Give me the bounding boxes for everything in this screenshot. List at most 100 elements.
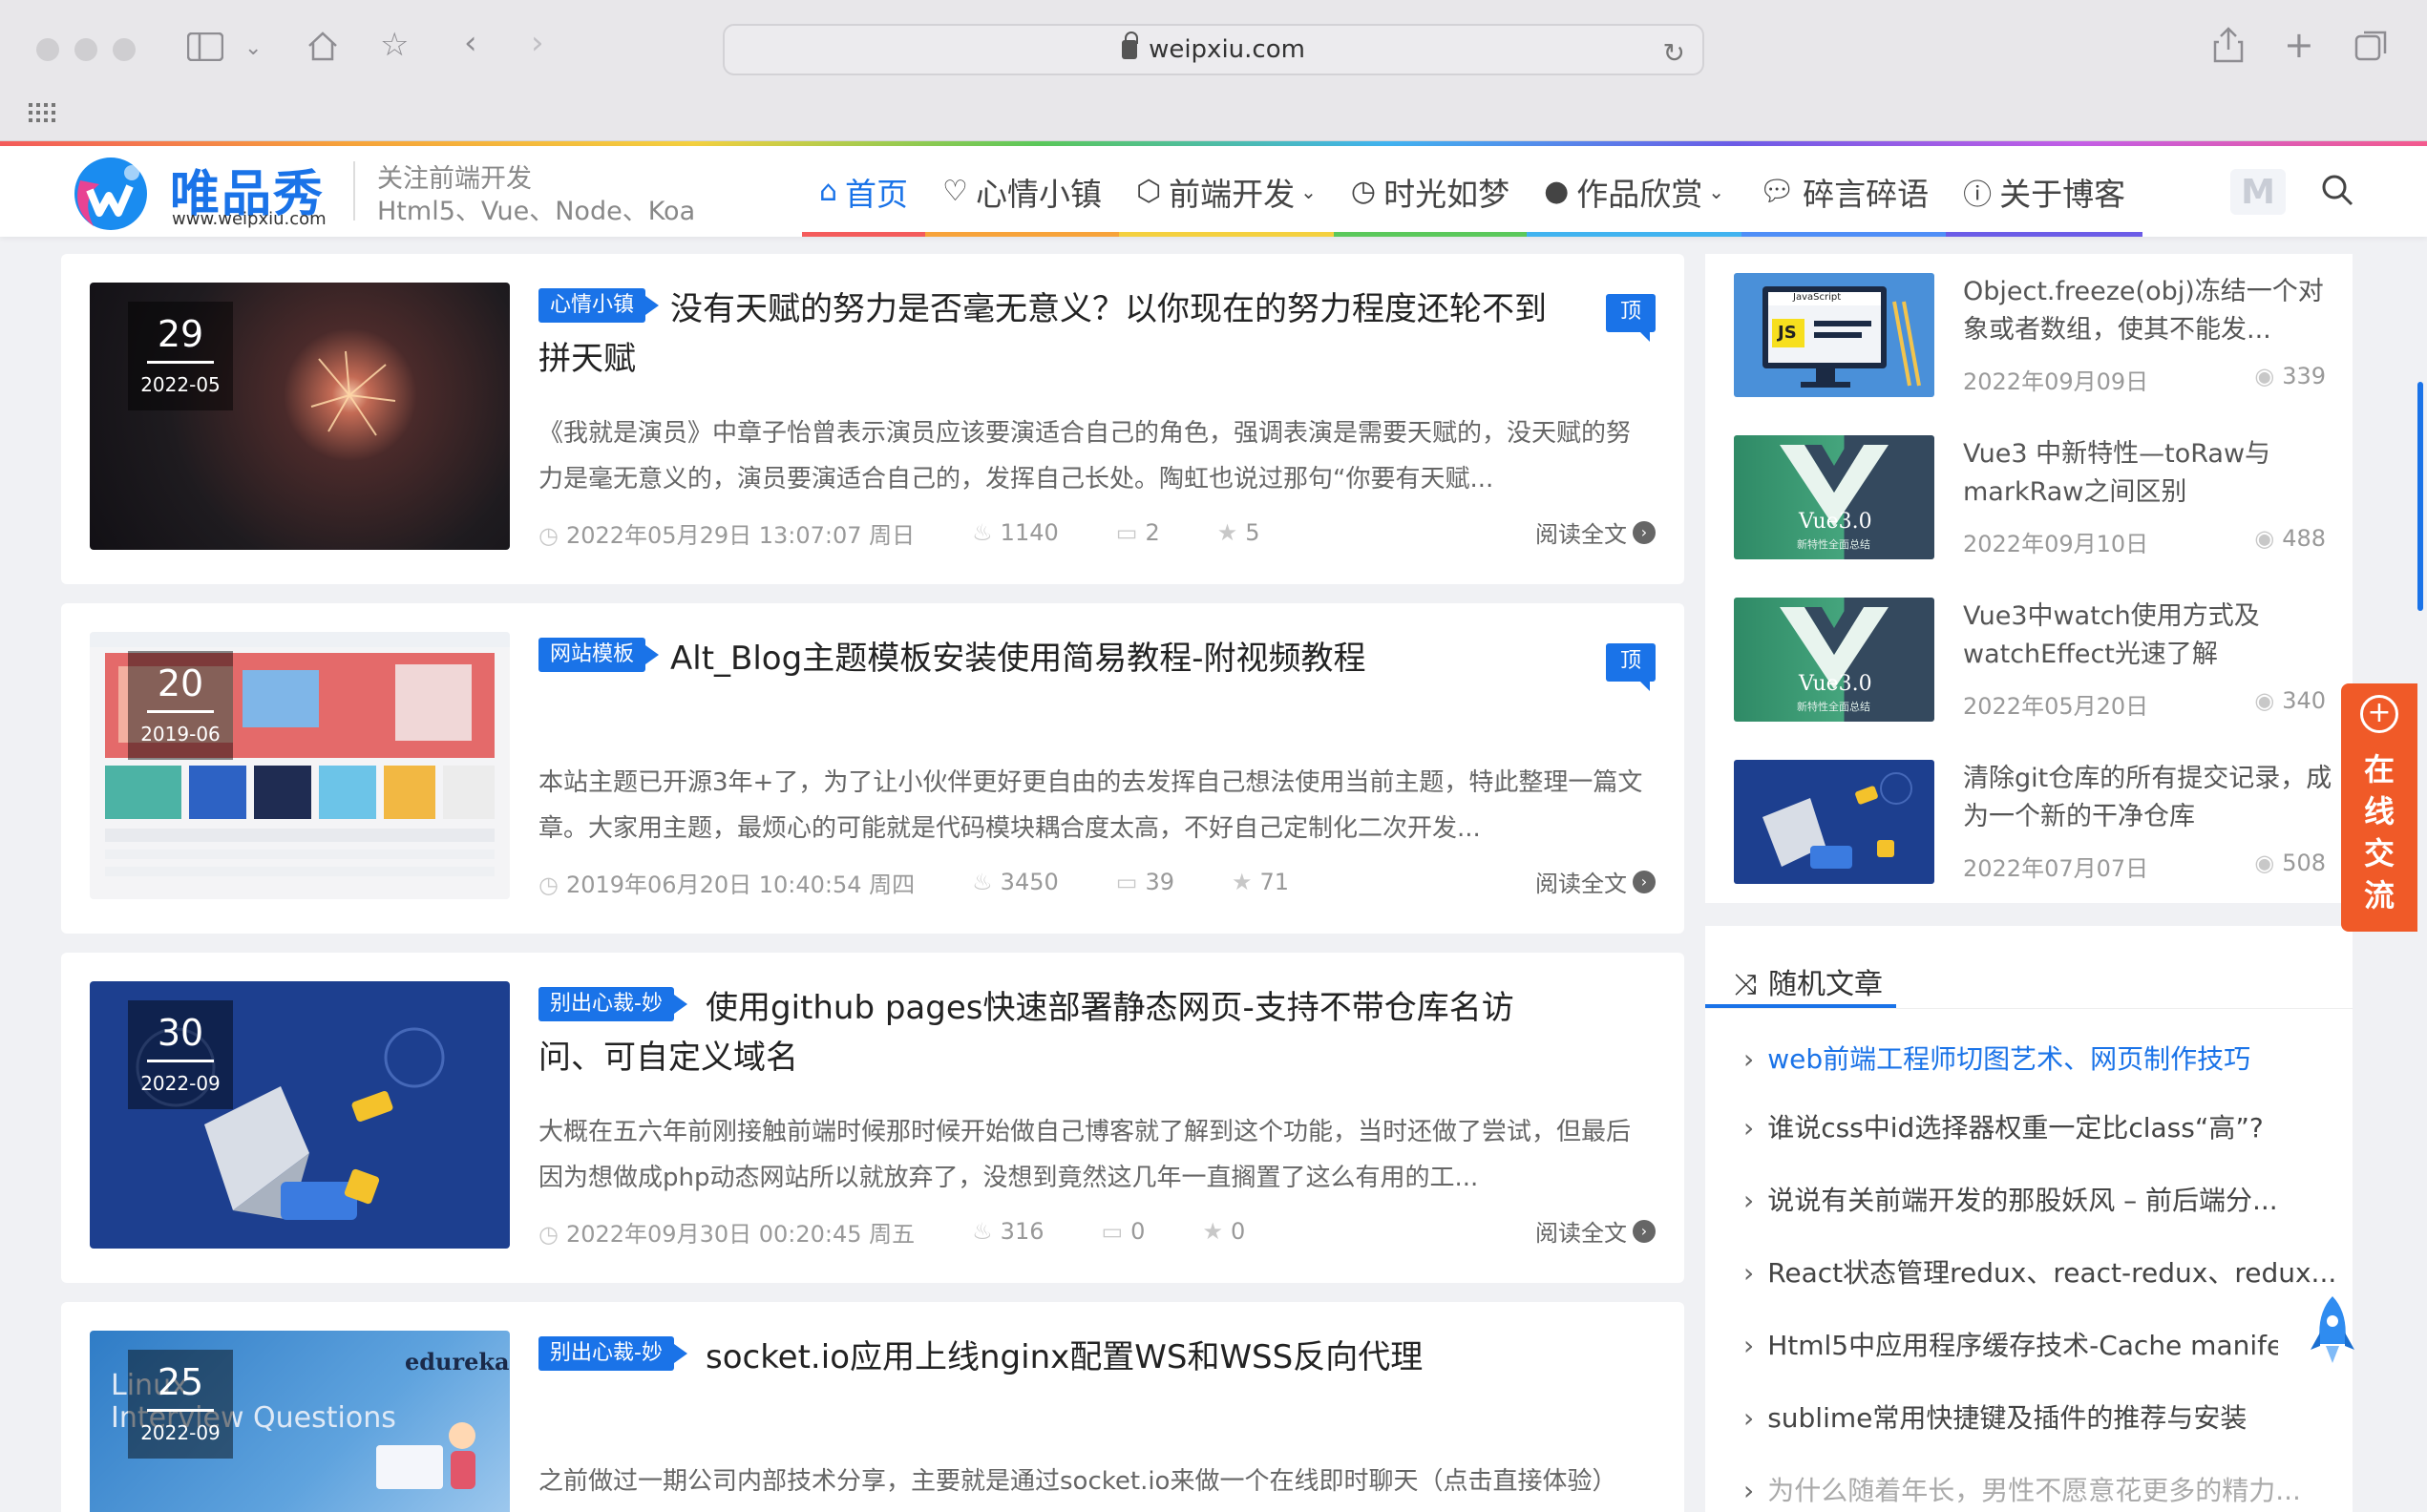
post-thumbnail[interactable]: 29 2022-05	[90, 283, 510, 550]
post-datetime: 2022年09月30日 00:20:45 周五	[565, 1220, 916, 1248]
sidebar-post[interactable]: 清除git仓库的所有提交记录，成为一个新的干净仓库 2022年07月07日 ◉ 5…	[1734, 760, 2332, 884]
minimize-window-button[interactable]	[74, 38, 97, 61]
thumb-badge: JS	[1778, 323, 1797, 343]
nav-item-works[interactable]: ● 作品欣赏 ⌄	[1527, 146, 1742, 237]
post-title-text[interactable]: socket.io应用上线nginx配置WS和WSS反向代理	[706, 1338, 1423, 1376]
sidebar-icon[interactable]	[187, 32, 223, 61]
sidebar-post-title[interactable]: Object.freeze(obj)冻结一个对象或者数组，使其不能发...	[1963, 273, 2335, 349]
post-title-text[interactable]: Alt_Blog主题模板安装使用简易教程-附视频教程	[670, 640, 1365, 678]
thumb-sub: 新特性全面总结	[1797, 538, 1870, 551]
back-to-top-rocket-icon[interactable]	[2307, 1294, 2358, 1371]
post-thumbnail[interactable]: 20 2019-06	[90, 632, 510, 899]
post-meta: ◷ 2022年09月30日 00:20:45 周五 ♨ 316 ▭ 0 ★ 0	[538, 1214, 1646, 1249]
chevron-down-icon: ⌄	[1300, 179, 1317, 203]
sidebar-post-title[interactable]: 清除git仓库的所有提交记录，成为一个新的干净仓库	[1963, 760, 2335, 836]
random-post-link[interactable]: › Html5中应用程序缓存技术-Cache manifest	[1743, 1325, 2278, 1363]
nav-item-chat[interactable]: 💬︎ 碎言碎语	[1741, 146, 1947, 237]
page-scrollbar[interactable]	[2417, 382, 2423, 611]
random-post-label: 谁说css中id选择器权重一定比class“高”?	[1767, 1112, 2264, 1144]
new-tab-icon[interactable]: +	[2284, 27, 2314, 63]
header-divider	[353, 161, 355, 220]
sidebar-post-thumbnail[interactable]	[1734, 760, 1934, 884]
sidebar-post-title[interactable]: Vue3 中新特性—toRaw与markRaw之间区别	[1963, 435, 2335, 512]
date-divider	[147, 1060, 214, 1062]
random-post-link[interactable]: › web前端工程师切图艺术、网页制作技巧	[1743, 1039, 2335, 1077]
chevron-down-icon[interactable]: ⌄	[244, 32, 262, 65]
post-category[interactable]: 别出心裁-妙	[538, 987, 687, 1021]
post-title[interactable]: 没有天赋的努力是否毫无意义？以你现在的努力程度还轮不到拼天赋	[538, 284, 1570, 384]
read-more-link[interactable]: 阅读全文 ›	[1535, 865, 1656, 898]
close-window-button[interactable]	[36, 38, 59, 61]
online-chat-char: 在	[2363, 751, 2395, 788]
nav-item-home[interactable]: ⌂ 首页	[802, 146, 926, 237]
nav-color-bar	[1527, 232, 1742, 237]
sidebar-post[interactable]: JavaScript JS Object.freeze(obj)冻结一个对象或者…	[1734, 273, 2326, 397]
nav-label: 时光如梦	[1383, 175, 1510, 213]
sidebar-post-thumbnail[interactable]: JavaScript JS	[1734, 273, 1934, 397]
zoom-window-button[interactable]	[113, 38, 136, 61]
sidebar-post-thumbnail[interactable]: Vue3.0 新特性全面总结	[1734, 435, 1934, 559]
sidebar-post-thumbnail[interactable]: Vue3.0 新特性全面总结	[1734, 598, 1934, 722]
post-title[interactable]: 使用github pages快速部署静态网页-支持不带仓库名访问、可自定义域名	[538, 983, 1570, 1082]
home-icon[interactable]	[306, 29, 340, 63]
nav-item-time[interactable]: ◷ 时光如梦	[1333, 146, 1528, 237]
random-post-link[interactable]: › React状态管理redux、react-redux、redux...	[1743, 1252, 2335, 1291]
post-thumbnail[interactable]: 30 2022-09	[90, 981, 510, 1249]
tabs-overview-icon[interactable]	[2354, 29, 2389, 63]
post-thumbnail[interactable]: edureka! Linux Interview Questions 25 20…	[90, 1331, 510, 1512]
read-more-link[interactable]: 阅读全文 ›	[1535, 515, 1656, 549]
heading-divider	[1705, 1008, 2353, 1009]
share-icon[interactable]	[2213, 27, 2244, 63]
random-post-label: web前端工程师切图艺术、网页制作技巧	[1767, 1043, 2251, 1075]
sidebar-post-title[interactable]: Vue3中watch使用方式及watchEffect光速了解	[1963, 598, 2335, 674]
post-category[interactable]: 心情小镇	[538, 288, 660, 323]
post-month: 2022-09	[140, 1072, 221, 1095]
post-likes: 0	[1230, 1218, 1246, 1245]
post-title[interactable]: socket.io应用上线nginx配置WS和WSS反向代理	[538, 1333, 1570, 1382]
nav-item-frontend[interactable]: ⬡ 前端开发 ⌄	[1118, 146, 1334, 237]
star-icon[interactable]: ☆	[380, 29, 409, 61]
random-post-link[interactable]: › 为什么随着年长，男性不愿意花更多的精力...	[1743, 1470, 2335, 1508]
post-date-badge: 20 2019-06	[128, 651, 233, 760]
fire-icon: ♨	[972, 869, 993, 895]
thumb-label: JavaScript	[1793, 292, 1842, 303]
chevron-down-icon: ⌄	[1708, 179, 1725, 203]
brand-url: www.weipxiu.com	[172, 209, 327, 229]
comment-icon: ▭	[1101, 1218, 1124, 1245]
user-avatar[interactable]: M	[2230, 169, 2286, 215]
chevron-right-icon: ›	[1743, 1257, 1755, 1289]
sidebar-post[interactable]: Vue3.0 新特性全面总结 Vue3 中新特性—toRaw与markRaw之间…	[1734, 435, 2326, 559]
sidebar-post[interactable]: Vue3.0 新特性全面总结 Vue3中watch使用方式及watchEffec…	[1734, 598, 2326, 722]
post-category[interactable]: 别出心裁-妙	[538, 1336, 687, 1371]
read-more-link[interactable]: 阅读全文 ›	[1535, 1214, 1656, 1248]
star-icon: ★	[1216, 519, 1238, 546]
nav-item-about[interactable]: ⓘ 关于博客	[1946, 146, 2143, 237]
back-icon[interactable]: ‹	[464, 27, 477, 59]
post-title[interactable]: Alt_Blog主题模板安装使用简易教程-附视频教程	[538, 634, 1570, 683]
post-datetime: 2022年05月29日 13:07:07 周日	[565, 521, 916, 549]
post-comments: 2	[1145, 519, 1160, 546]
github-icon: ●	[1544, 175, 1570, 208]
star-icon: ★	[1231, 869, 1253, 895]
online-chat-button[interactable]: + 在线交流	[2341, 683, 2417, 932]
post-title-text[interactable]: 没有天赋的努力是否毫无意义？以你现在的努力程度还轮不到拼天赋	[538, 290, 1547, 378]
nav-item-mood[interactable]: ♡ 心情小镇	[925, 146, 1119, 237]
reload-icon[interactable]: ↻	[1663, 37, 1685, 69]
url-text: weipxiu.com	[1149, 35, 1305, 64]
read-more-text: 阅读全文	[1535, 1220, 1627, 1247]
nav-color-bar	[1741, 232, 1947, 237]
post-category[interactable]: 网站模板	[538, 638, 660, 672]
site-logo-icon[interactable]	[61, 152, 157, 234]
post-day: 30	[157, 1012, 204, 1054]
address-bar[interactable]: weipxiu.com ↻	[723, 24, 1704, 75]
random-post-link[interactable]: › 说说有关前端开发的那股妖风 – 前后端分...	[1743, 1180, 2335, 1218]
comment-icon: ▭	[1115, 869, 1138, 895]
forward-icon[interactable]: ›	[531, 27, 544, 59]
post-excerpt: 大概在五六年前刚接触前端时候那时候开始做自己博客就了解到这个功能，当时还做了尝试…	[538, 1118, 1632, 1192]
search-icon[interactable]	[2320, 173, 2354, 207]
online-chat-char: 交	[2363, 835, 2395, 872]
random-post-link[interactable]: › sublime常用快捷键及插件的推荐与安装	[1743, 1397, 2335, 1436]
random-post-link[interactable]: › 谁说css中id选择器权重一定比class“高”?	[1743, 1107, 2335, 1145]
post-meta: ◷ 2022年05月29日 13:07:07 周日 ♨ 1140 ▭ 2 ★ 5	[538, 515, 1646, 550]
apps-grid-icon[interactable]	[29, 103, 55, 122]
